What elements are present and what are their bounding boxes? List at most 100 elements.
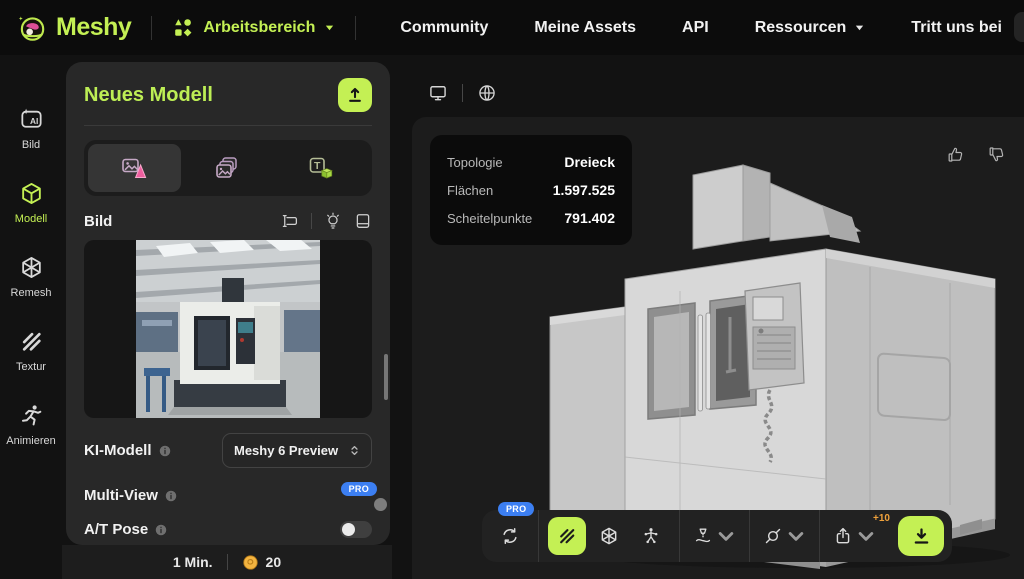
new-model-card: Neues Modell [66,62,390,545]
rail-item-animieren[interactable]: Animieren [6,403,56,447]
nav-links: Community Meine Assets API Ressourcen Tr… [400,19,1002,37]
divider [311,213,312,229]
cost-footer: 1 Min. 20 [62,545,392,579]
texture-icon [557,526,577,546]
workspace-shapes-icon [172,17,194,39]
input-image-preview[interactable] [84,240,372,418]
rail-label: Modell [15,213,47,225]
rig-skeleton-icon [641,526,661,546]
info-icon[interactable] [164,489,178,503]
nav-edge-button-partial[interactable] [1014,12,1024,42]
stat-row-scheitelpunkte: Scheitelpunkte 791.402 [447,204,615,232]
ki-model-value: Meshy 6 Preview [234,443,338,458]
stat-label: Flächen [447,183,493,198]
rail-item-bild[interactable]: Bild [19,107,44,151]
stat-label: Topologie [447,155,503,170]
meshy-mascot-icon [16,12,48,44]
multi-view-label: Multi-View [84,487,178,504]
regenerate-button[interactable] [491,517,529,555]
rail-item-modell[interactable]: Modell [15,181,47,225]
at-pose-label: A/T Pose [84,521,168,538]
stat-label: Scheitelpunkte [447,211,532,226]
thumbs-up-icon[interactable] [946,145,965,164]
ki-model-label: KI-Modell [84,442,172,459]
cube-icon [19,181,44,206]
refresh-icon [500,526,520,546]
workspace-label: Arbeitsbereich [203,19,315,37]
texture-tool-button[interactable] [548,517,586,555]
tab-multi-image-to-3d[interactable] [181,144,274,192]
generation-duration: 1 Min. [173,554,213,570]
lightbulb-icon[interactable] [324,212,342,230]
rail-label: Bild [22,139,40,151]
nav-link-ressourcen[interactable]: Ressourcen [755,19,866,37]
top-navigation: Meshy Arbeitsbereich Community Meine Ass… [0,0,1024,55]
rail-label: Textur [16,361,46,373]
divider [462,84,463,102]
multi-view-label-text: Multi-View [84,487,158,504]
chevron-down-icon [786,526,806,546]
info-icon[interactable] [158,444,172,458]
viewport-toolbar: PRO [482,510,952,562]
remesh-icon [19,255,44,280]
nav-divider [151,16,152,40]
texture-icon [19,329,44,354]
download-button[interactable] [898,516,944,556]
monitor-icon[interactable] [428,83,448,103]
info-icon[interactable] [154,523,168,537]
stat-row-topologie: Topologie Dreieck [447,148,615,176]
remesh-tool-button[interactable] [590,517,628,555]
chevron-down-icon [856,526,876,546]
chevron-down-icon [854,22,865,33]
tab-image-to-3d[interactable] [88,144,181,192]
nav-link-tritt-uns-bei[interactable]: Tritt uns bei [911,19,1002,37]
share-icon [833,526,853,546]
remesh-icon [599,526,619,546]
upload-button[interactable] [338,78,372,112]
ki-model-select[interactable]: Meshy 6 Preview [222,433,372,468]
stat-value: 791.402 [564,210,615,226]
thumbs-down-icon[interactable] [987,145,1006,164]
multi-image-icon [215,156,241,180]
rail-item-textur[interactable]: Textur [16,329,46,373]
stat-row-flaechen: Flächen 1.597.525 [447,176,615,204]
printer-3d-icon [693,526,713,546]
toggle-knob [342,523,355,536]
nav-link-api[interactable]: API [682,19,709,37]
nav-link-community[interactable]: Community [400,19,488,37]
stat-value: 1.597.525 [553,182,615,198]
chevron-down-icon [324,22,335,33]
cnc-machine-photo [136,240,320,418]
text-to-3d-icon: T [308,156,334,180]
upload-icon [345,85,365,105]
nav-divider [355,16,356,40]
panel-title: Neues Modell [84,84,213,107]
library-icon[interactable] [354,212,372,230]
rail-label: Remesh [11,287,52,299]
nav-link-meine-assets[interactable]: Meine Assets [534,19,636,37]
print-3d-button[interactable] [689,517,740,555]
rename-icon[interactable] [281,212,299,230]
meshy-logo[interactable]: Meshy [16,12,131,44]
globe-wireframe-icon[interactable] [477,83,497,103]
rig-tool-button[interactable] [632,517,670,555]
brand-name: Meshy [56,13,131,42]
plug-icon [763,526,783,546]
ai-image-icon [19,107,44,132]
pro-badge: PRO [341,482,377,496]
credit-amount: 20 [266,554,282,570]
toggle-knob [374,498,387,511]
divider [227,554,228,570]
credit-coin-icon [242,554,259,571]
rail-item-remesh[interactable]: Remesh [11,255,52,299]
tab-text-to-3d[interactable]: T [275,144,368,192]
plugin-connect-button[interactable] [759,517,810,555]
tool-rail: Bild Modell Remesh Textur Animieren [0,55,62,579]
panel-scrollbar-thumb[interactable] [384,354,388,400]
pro-badge: PRO [498,502,534,516]
extra-credits-label: +10 [873,513,890,524]
workspace-menu[interactable]: Arbeitsbereich [172,17,335,39]
at-pose-toggle[interactable] [340,521,372,538]
ressourcen-label: Ressourcen [755,19,847,37]
image-to-3d-icon [121,156,148,180]
